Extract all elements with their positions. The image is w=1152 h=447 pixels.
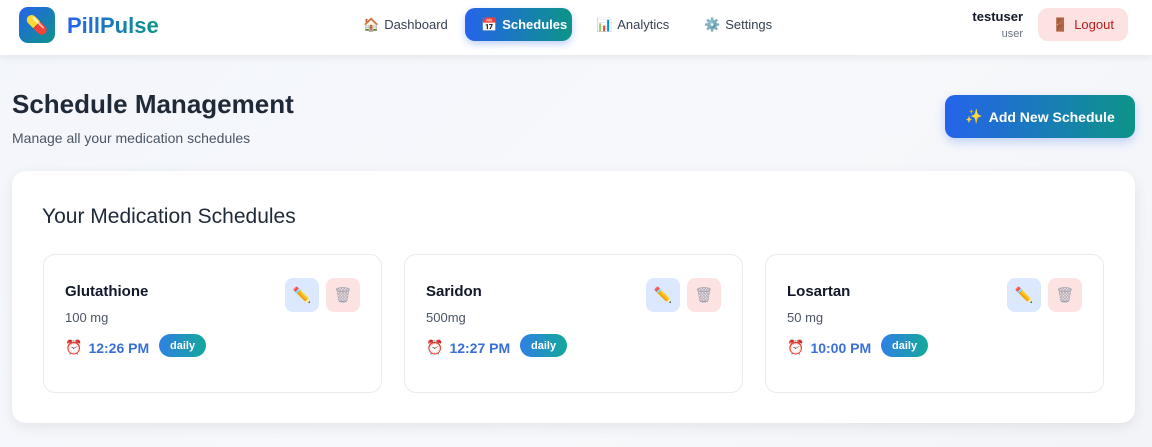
medication-name: Saridon (426, 283, 482, 300)
trash-icon: 🗑 (694, 287, 714, 304)
frequency-badge: daily (881, 334, 929, 357)
nav-dashboard[interactable]: 🏠 Dashboard (347, 8, 464, 41)
pencil-icon: ✏️ (292, 287, 312, 304)
bar-chart-icon: 📊 (596, 16, 613, 32)
alarm-clock-icon: ⏰ (426, 339, 444, 355)
username: testuser (972, 9, 1023, 24)
delete-button[interactable]: 🗑 (1048, 278, 1082, 312)
schedule-card: Saridon 500mg ⏰ 12:27 PM daily ✏️ 🗑 (404, 254, 743, 393)
alarm-clock-icon: ⏰ (65, 339, 83, 355)
user-info: testuser user (972, 9, 1023, 40)
nav-label: Analytics (617, 17, 670, 32)
medication-dose: 500mg (426, 310, 466, 325)
schedule-card: Losartan 50 mg ⏰ 10:00 PM daily ✏️ 🗑 (765, 254, 1104, 393)
time-value: 12:27 PM (449, 339, 511, 356)
trash-icon: 🗑 (1055, 287, 1075, 304)
time-value: 10:00 PM (810, 339, 872, 356)
delete-button[interactable]: 🗑 (687, 278, 721, 312)
nav-label: Dashboard (384, 17, 448, 32)
medication-name: Glutathione (65, 283, 149, 300)
trash-icon: 🗑 (333, 287, 353, 304)
schedule-time: ⏰ 10:00 PM (787, 339, 871, 356)
delete-button[interactable]: 🗑 (326, 278, 360, 312)
time-value: 12:26 PM (88, 339, 150, 356)
page-subtitle: Manage all your medication schedules (12, 130, 251, 146)
medication-dose: 100 mg (65, 310, 109, 325)
pencil-icon: ✏️ (653, 287, 673, 304)
nav-schedules[interactable]: 📅 Schedules (465, 8, 572, 41)
logout-button[interactable]: 🚪 Logout (1038, 8, 1128, 41)
nav-settings[interactable]: ⚙️ Settings (688, 8, 788, 41)
frequency-badge: daily (520, 334, 568, 357)
add-label: Add New Schedule (988, 108, 1115, 125)
medication-dose: 50 mg (787, 310, 824, 325)
medication-name: Losartan (787, 283, 851, 300)
edit-button[interactable]: ✏️ (285, 278, 319, 312)
calendar-icon: 📅 (481, 16, 498, 32)
user-role: user (1001, 28, 1023, 40)
alarm-clock-icon: ⏰ (787, 339, 805, 355)
frequency-badge: daily (159, 334, 207, 357)
schedule-card: Glutathione 100 mg ⏰ 12:26 PM daily ✏️ 🗑 (43, 254, 382, 393)
schedules-panel: Your Medication Schedules Glutathione 10… (12, 171, 1135, 423)
top-nav-bar: 💊 PillPulse 🏠 Dashboard 📅 Schedules 📊 Analy… (0, 0, 1152, 55)
edit-button[interactable]: ✏️ (1007, 278, 1041, 312)
panel-title: Your Medication Schedules (42, 205, 296, 228)
nav-label: Schedules (502, 17, 568, 32)
nav-analytics[interactable]: 📊 Analytics (580, 8, 685, 41)
gear-icon: ⚙️ (704, 16, 721, 32)
pill-logo-icon: 💊 (19, 7, 55, 43)
schedule-time: ⏰ 12:26 PM (65, 339, 149, 356)
nav-label: Settings (725, 17, 773, 32)
house-icon: 🏠 (363, 16, 380, 32)
edit-button[interactable]: ✏️ (646, 278, 680, 312)
door-icon: 🚪 (1052, 16, 1069, 32)
page-title: Schedule Management (12, 89, 294, 119)
logout-label: Logout (1074, 17, 1114, 32)
sparkles-icon: ✨ (965, 108, 983, 124)
add-schedule-button[interactable]: ✨ Add New Schedule (945, 95, 1135, 138)
app-name[interactable]: PillPulse (67, 13, 159, 39)
schedule-time: ⏰ 12:27 PM (426, 339, 510, 356)
pencil-icon: ✏️ (1014, 287, 1034, 304)
